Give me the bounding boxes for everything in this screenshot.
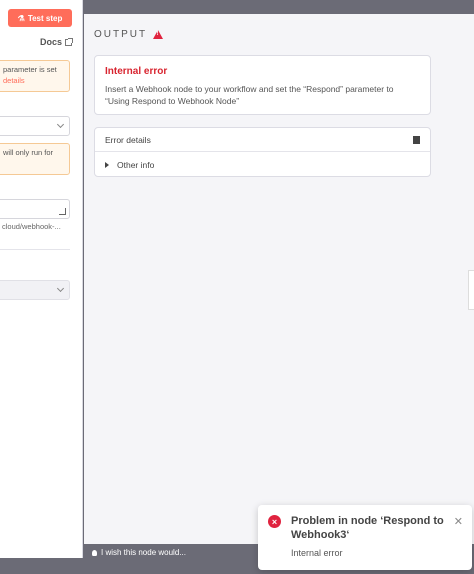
lightbulb-icon [92,549,97,556]
error-card: Internal error Insert a Webhook node to … [94,55,431,115]
run-warning-notice: will only run for [0,143,70,175]
docs-link[interactable]: Docs [39,37,73,47]
options-select[interactable] [0,280,70,300]
chevron-down-icon [56,120,65,129]
output-header: OUTPUT [94,29,164,40]
expand-icon[interactable] [59,208,66,215]
external-link-icon [65,37,73,46]
flask-icon: ⚗ [17,13,25,23]
warning-details-link[interactable]: details [3,75,65,86]
output-panel: OUTPUT Internal error Insert a Webhook n… [84,14,474,544]
panel-resize-handle[interactable] [468,270,474,310]
feedback-link[interactable]: I wish this node would... [92,548,186,557]
parameter-warning-notice: parameter is set details [0,60,70,92]
copy-icon[interactable] [411,133,420,144]
test-step-button[interactable]: ⚗ Test step [8,9,72,27]
webhook-url-preview: cloud/webhook-... [2,222,61,231]
warning-icon [153,30,164,39]
error-details-header: Error details [95,128,430,152]
warning-text: will only run for [3,148,54,157]
error-details-label: Error details [105,134,151,145]
other-info-label: Other info [117,159,155,170]
toast-message: Internal error [291,548,343,558]
chevron-down-icon [56,284,65,293]
node-parameters-panel: ⚗ Test step Docs parameter is set detail… [0,0,83,558]
webhook-url-field[interactable] [0,199,70,219]
error-details-card: Error details Other info [94,127,431,177]
docs-label: Docs [39,37,62,47]
other-info-toggle[interactable]: Other info [95,152,430,177]
output-title: OUTPUT [94,29,148,40]
error-toast: × Problem in node ‘Respond to Webhook3‘ … [258,505,472,570]
feedback-text: I wish this node would... [101,548,186,557]
warning-text: parameter is set [3,65,57,74]
test-step-label: Test step [27,13,63,23]
caret-right-icon [105,161,109,168]
toast-title: Problem in node ‘Respond to Webhook3‘ [291,515,444,541]
divider [0,249,70,250]
parameter-select[interactable] [0,116,70,136]
error-icon: × [268,515,281,528]
error-title: Internal error [105,66,168,77]
close-icon[interactable]: ✕ [454,515,463,528]
error-message: Insert a Webhook node to your workflow a… [105,84,394,106]
